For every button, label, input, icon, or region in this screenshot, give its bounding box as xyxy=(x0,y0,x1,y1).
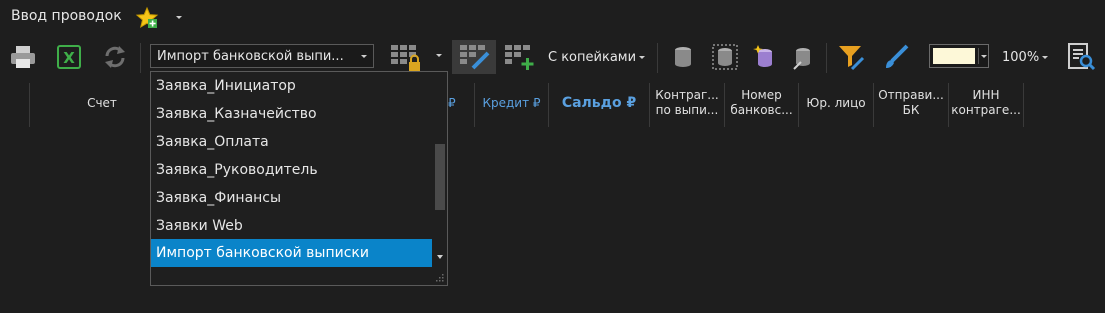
dropdown-item[interactable]: Заявки Web xyxy=(151,212,432,240)
excel-icon: X xyxy=(57,45,81,69)
zoom-value: 100% xyxy=(1002,49,1040,65)
database-edit-button[interactable] xyxy=(788,40,818,74)
dropdown-item[interactable]: Заявка_Финансы xyxy=(151,184,432,212)
grid-lock-button[interactable] xyxy=(388,40,424,74)
filter-button[interactable] xyxy=(836,40,866,74)
column-header-debit[interactable]: ₽ xyxy=(448,78,470,128)
header-line: ИНН xyxy=(972,88,1000,102)
column-header-credit[interactable]: Кредит ₽ xyxy=(475,78,548,128)
dropdown-item-selected[interactable]: Импорт банковской выписки xyxy=(151,239,432,267)
column-header-sender[interactable]: Отправи... БК xyxy=(874,78,948,128)
fill-color-picker[interactable] xyxy=(929,44,989,68)
color-dropdown-icon[interactable] xyxy=(981,55,987,58)
color-picker-divider xyxy=(978,48,979,64)
template-combo[interactable]: Импорт банковской выпи... xyxy=(150,44,374,68)
copecks-button[interactable]: С копейками xyxy=(548,40,652,74)
brush-icon xyxy=(886,44,909,68)
grid-lock-dropdown-icon[interactable] xyxy=(436,54,442,57)
database-new-icon xyxy=(753,45,772,67)
format-brush-button[interactable] xyxy=(880,40,912,74)
window-title: Ввод проводок xyxy=(11,8,122,24)
header-line: контраге... xyxy=(951,103,1021,117)
filter-icon xyxy=(839,46,865,71)
resize-grip-icon[interactable] xyxy=(434,272,444,282)
favorite-star-icon[interactable] xyxy=(135,6,159,30)
grid-edit-icon xyxy=(460,45,490,70)
database-select-button[interactable] xyxy=(708,40,742,74)
template-combo-value: Импорт банковской выпи... xyxy=(157,48,344,64)
database-select-icon xyxy=(712,44,738,70)
dropdown-scrollbar[interactable] xyxy=(432,72,447,267)
column-header-counterparty[interactable]: Контраг... по выпи... xyxy=(650,78,724,128)
dropdown-item[interactable]: Заявка_Руководитель xyxy=(151,156,432,184)
header-line: по выпи... xyxy=(655,103,719,117)
header-line: Номер xyxy=(741,88,782,102)
column-header-bank-number[interactable]: Номер банковс... xyxy=(725,78,798,128)
print-button[interactable] xyxy=(8,40,38,74)
dropdown-item[interactable]: Заявка_Инициатор xyxy=(151,72,432,100)
column-separator xyxy=(1023,83,1024,127)
header-line: Контраг... xyxy=(655,88,719,102)
scroll-down-arrow-icon[interactable] xyxy=(437,255,443,259)
grid-add-icon xyxy=(505,45,534,70)
database-edit-icon xyxy=(793,48,810,70)
document-search-icon xyxy=(1068,43,1096,71)
database-button[interactable] xyxy=(668,40,698,74)
export-excel-button[interactable]: X xyxy=(54,40,84,74)
header-line: Отправи... xyxy=(878,88,944,102)
zoom-dropdown-icon[interactable] xyxy=(1042,55,1049,59)
toolbar-separator xyxy=(140,43,141,73)
template-dropdown-list[interactable]: Заявка_Инициатор Заявка_Казначейство Зая… xyxy=(150,71,448,286)
zoom-select[interactable]: 100% xyxy=(1002,40,1054,74)
column-header-inn[interactable]: ИНН контраге... xyxy=(949,78,1023,128)
dropdown-item[interactable]: Заявка_Оплата xyxy=(151,128,432,156)
database-icon xyxy=(675,47,691,67)
column-header-balance[interactable]: Сальдо ₽ xyxy=(549,78,649,128)
copecks-label: С копейками xyxy=(548,49,637,65)
favorites-dropdown-icon[interactable] xyxy=(176,16,182,19)
toolbar-separator xyxy=(826,43,827,73)
scrollbar-thumb[interactable] xyxy=(435,144,445,210)
database-new-button[interactable] xyxy=(750,40,780,74)
edit-grid-button[interactable] xyxy=(452,40,496,74)
grid-lock-icon xyxy=(391,45,420,71)
printer-icon xyxy=(11,46,35,68)
header-line: банковс... xyxy=(730,103,793,117)
dropdown-item[interactable]: Заявка_Казначейство xyxy=(151,100,432,128)
svg-text:X: X xyxy=(63,49,75,67)
toolbar-separator xyxy=(657,43,658,73)
add-grid-button[interactable] xyxy=(502,40,536,74)
color-swatch xyxy=(933,48,975,64)
combo-arrow-icon[interactable] xyxy=(361,55,367,58)
column-header-legal-entity[interactable]: Юр. лицо xyxy=(799,78,873,128)
copecks-dropdown-icon[interactable] xyxy=(639,55,646,59)
document-search-button[interactable] xyxy=(1064,40,1098,74)
header-line: БК xyxy=(902,103,920,117)
refresh-button[interactable] xyxy=(100,40,130,74)
refresh-icon xyxy=(105,46,125,68)
